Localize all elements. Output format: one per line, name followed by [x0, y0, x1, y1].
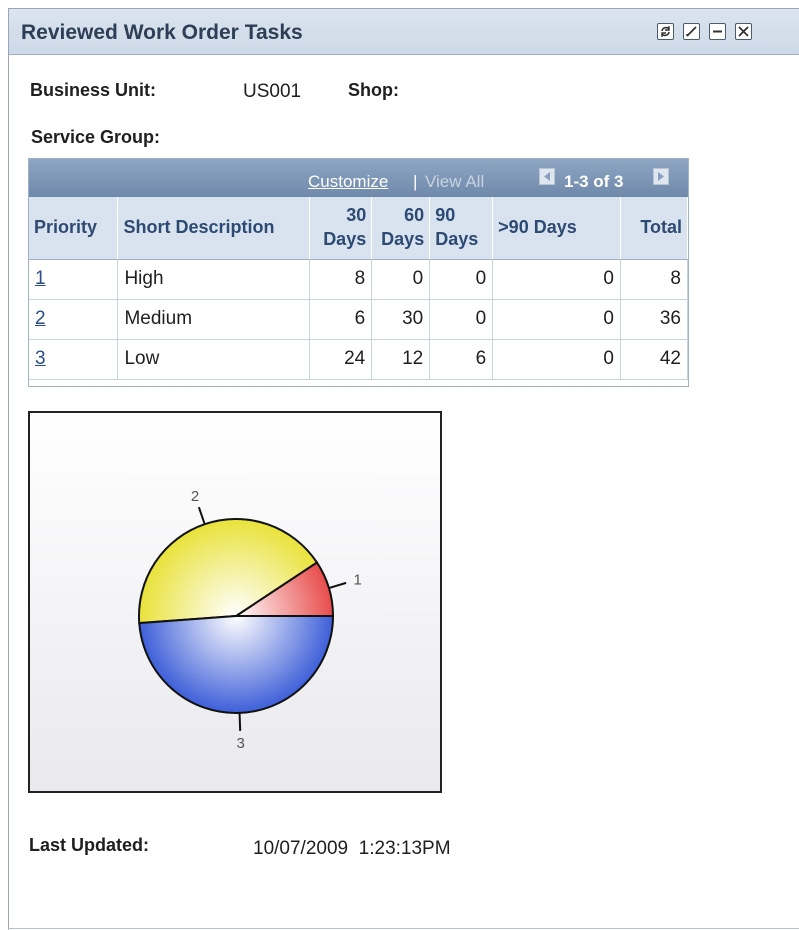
col-90-days[interactable]: 90 Days: [429, 197, 494, 260]
priority-pie-chart: 1 2 3: [28, 411, 442, 793]
short-description-cell: High: [117, 259, 311, 300]
priority-link[interactable]: 2: [35, 308, 46, 329]
pie-leader-line-3: [238, 712, 242, 731]
total-cell: 42: [620, 339, 689, 380]
pie-label-1: 1: [353, 571, 361, 588]
col-total[interactable]: Total: [620, 197, 689, 260]
col-over-90-days[interactable]: >90 Days: [492, 197, 621, 260]
table-row: 2 Medium 6 30 0 0 36: [29, 299, 689, 340]
pie-label-2: 2: [191, 488, 199, 505]
business-unit-value: US001: [243, 81, 302, 102]
shop-label: Shop:: [348, 80, 399, 100]
pagelet-bottom-border: [8, 928, 799, 929]
days-90-cell: 0: [429, 299, 494, 340]
col-60-days[interactable]: 60 Days: [371, 197, 431, 260]
total-cell: 36: [620, 299, 689, 340]
total-cell: 8: [620, 259, 689, 300]
days-30-cell: 8: [309, 259, 373, 300]
customize-link[interactable]: Customize: [308, 172, 388, 192]
pie-leader-line-2: [197, 506, 206, 525]
work-order-table: Priority Short Description 30 Days 60 Da…: [29, 197, 689, 380]
minimize-icon[interactable]: [709, 23, 726, 40]
short-description-cell: Medium: [117, 299, 311, 340]
previous-arrow-icon[interactable]: [539, 168, 555, 185]
table-header-row: Priority Short Description 30 Days 60 Da…: [29, 197, 689, 260]
pagelet-title: Reviewed Work Order Tasks: [21, 21, 303, 44]
pie-chart-svg: 1 2 3: [138, 488, 362, 752]
days-over-90-cell: 0: [492, 339, 621, 380]
col-30-days[interactable]: 30 Days: [309, 197, 373, 260]
last-updated-value: 10/07/2009 1:23:13PM: [253, 838, 451, 859]
pie-leader-line-1: [328, 581, 347, 590]
days-30-cell: 24: [309, 339, 373, 380]
work-order-grid: Customize | View All 1-3 of 3 Priority S…: [28, 158, 689, 387]
days-90-cell: 6: [429, 339, 494, 380]
table-row: 1 High 8 0 0 0 8: [29, 259, 689, 300]
col-priority[interactable]: Priority: [29, 197, 119, 260]
view-all-link[interactable]: View All: [425, 172, 484, 192]
next-arrow-icon[interactable]: [653, 168, 669, 185]
close-icon[interactable]: [735, 23, 752, 40]
short-description-cell: Low: [117, 339, 311, 380]
pie-slice-3: [138, 615, 335, 714]
priority-link[interactable]: 1: [35, 268, 46, 289]
pie-label-3: 3: [236, 735, 244, 752]
days-60-cell: 30: [371, 299, 431, 340]
business-unit-label: Business Unit:: [30, 80, 157, 100]
service-group-label: Service Group:: [31, 127, 161, 147]
table-row: 3 Low 24 12 6 0 42: [29, 339, 689, 380]
pie-slices: [138, 518, 335, 714]
col-short-description[interactable]: Short Description: [117, 197, 311, 260]
refresh-icon[interactable]: [657, 23, 674, 40]
grid-nav-bar: Customize | View All 1-3 of 3: [29, 159, 688, 197]
nav-separator: |: [413, 172, 418, 191]
last-updated-label: Last Updated:: [29, 835, 150, 855]
days-30-cell: 6: [309, 299, 373, 340]
days-90-cell: 0: [429, 259, 494, 300]
pagelet-header: Reviewed Work Order Tasks: [9, 9, 799, 55]
grid-range: 1-3 of 3: [564, 172, 624, 191]
days-over-90-cell: 0: [492, 299, 621, 340]
days-60-cell: 0: [371, 259, 431, 300]
days-60-cell: 12: [371, 339, 431, 380]
priority-link[interactable]: 3: [35, 348, 46, 369]
days-over-90-cell: 0: [492, 259, 621, 300]
edit-icon[interactable]: [683, 23, 700, 40]
